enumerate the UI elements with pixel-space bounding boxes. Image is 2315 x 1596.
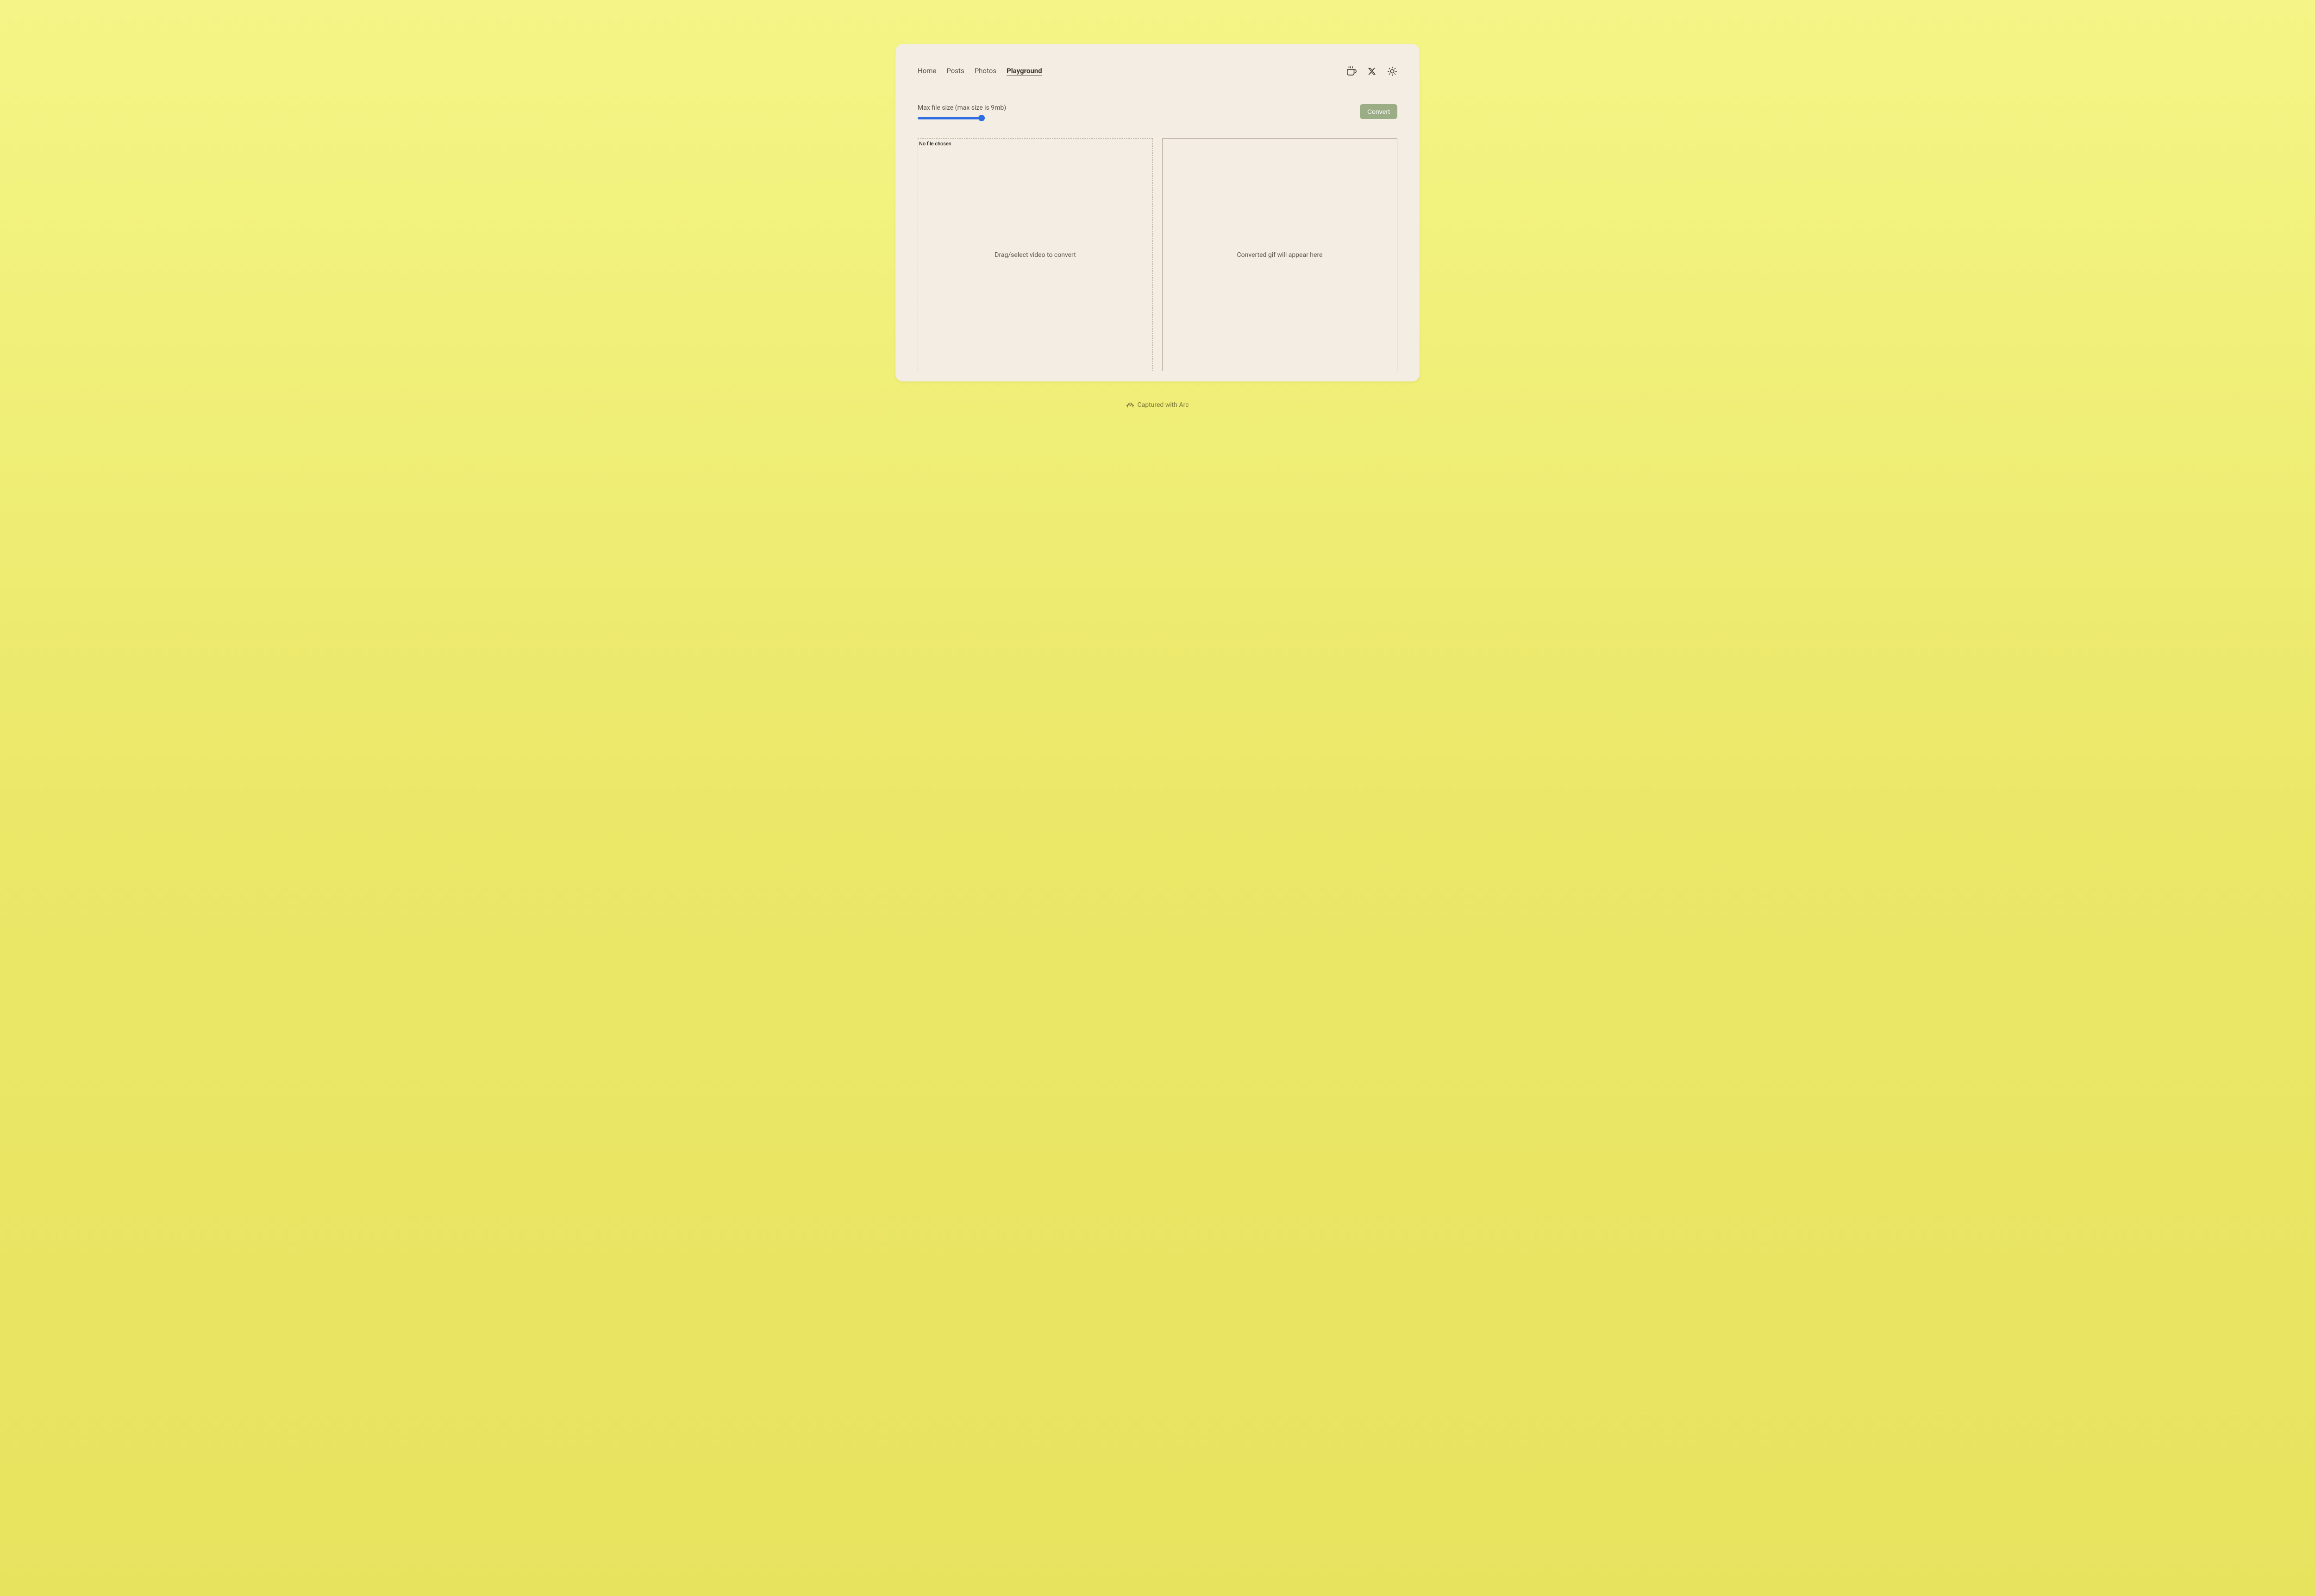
file-status: No file chosen [919, 141, 951, 147]
controls-row: Max file size (max size is 9mb) Convert [918, 104, 1397, 122]
slider-thumb[interactable] [978, 115, 985, 121]
header-icons [1346, 66, 1397, 76]
max-file-size-slider[interactable] [918, 114, 985, 122]
gif-output-panel: Converted gif will appear here [1162, 138, 1397, 371]
panels: No file chosen Drag/select video to conv… [918, 138, 1397, 371]
header: Home Posts Photos Playground [918, 66, 1397, 76]
convert-button[interactable]: Convert [1360, 104, 1397, 119]
nav-posts[interactable]: Posts [946, 67, 964, 76]
navigation: Home Posts Photos Playground [918, 67, 1042, 76]
slider-section: Max file size (max size is 9mb) [918, 104, 1006, 122]
slider-track [918, 117, 985, 119]
footer-text: Captured with Arc [1137, 401, 1189, 409]
x-icon[interactable] [1367, 66, 1377, 76]
nav-home[interactable]: Home [918, 67, 936, 76]
slider-label: Max file size (max size is 9mb) [918, 104, 1006, 112]
nav-playground[interactable]: Playground [1007, 67, 1042, 76]
output-placeholder: Converted gif will appear here [1237, 251, 1323, 259]
arc-logo-icon [1126, 401, 1134, 409]
dropzone-placeholder: Drag/select video to convert [995, 251, 1076, 259]
nav-photos[interactable]: Photos [975, 67, 996, 76]
video-dropzone[interactable]: No file chosen Drag/select video to conv… [918, 138, 1153, 371]
sun-icon[interactable] [1387, 66, 1397, 76]
footer: Captured with Arc [1126, 401, 1189, 409]
main-card: Home Posts Photos Playground [895, 44, 1420, 381]
coffee-icon[interactable] [1346, 66, 1357, 76]
